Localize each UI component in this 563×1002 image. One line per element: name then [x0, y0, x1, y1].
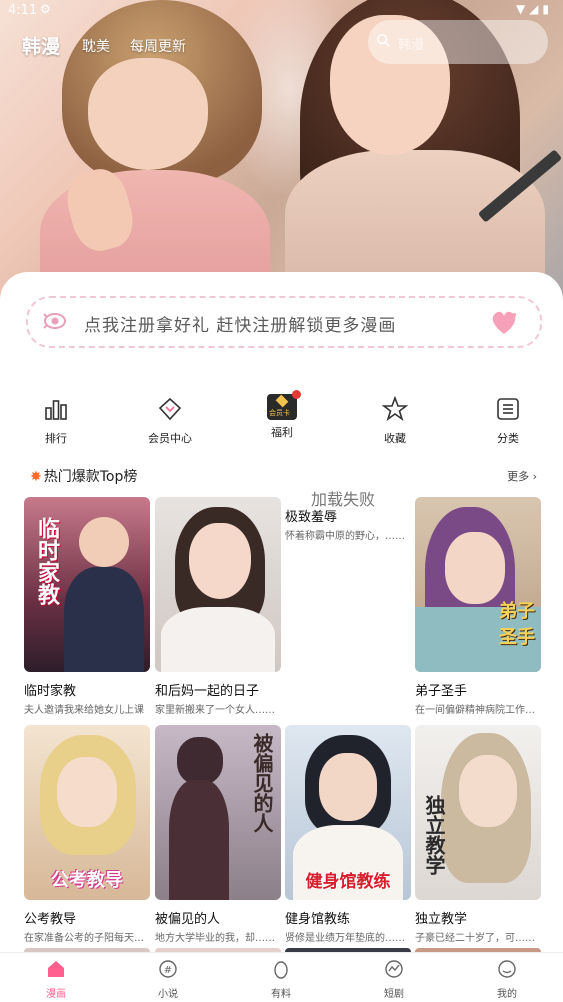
tab-danmei[interactable]: 耽美 — [82, 36, 110, 56]
comic-title: 公考教导 — [24, 912, 77, 927]
tab-hanman[interactable]: 韩漫 — [22, 32, 60, 59]
comic-title: 被偏见的人 — [155, 912, 221, 927]
nav-profile[interactable]: 我的 — [451, 959, 563, 1000]
top-nav: 韩漫 耽美 每周更新 韩漫 — [0, 20, 563, 64]
profile-icon — [498, 960, 516, 978]
novel-icon: # — [159, 960, 177, 978]
comic-desc: 在一间偏僻精神病院工作…… — [415, 705, 541, 716]
register-promo-banner[interactable]: 点我注册拿好礼 赶快注册解锁更多漫画 — [26, 296, 542, 348]
quick-category-label: 分类 — [497, 432, 519, 445]
nav-drama-label: 短剧 — [384, 989, 404, 1000]
chevron-right-icon: › — [532, 470, 537, 483]
comic-cover: 健身馆教练 — [285, 725, 411, 900]
nav-youliao-label: 有料 — [271, 989, 291, 1000]
more-link[interactable]: 更多 › — [507, 468, 537, 484]
search-icon — [376, 33, 390, 47]
comic-desc: 子豪已经二十岁了，可…… — [415, 933, 535, 944]
comic-icon — [48, 961, 64, 977]
comic-card[interactable]: 健身馆教练 健身馆教练 贤修是业绩万年垫底的…… — [285, 725, 411, 944]
category-list-icon — [497, 398, 519, 420]
quick-welfare[interactable]: 会员卡 福利 — [237, 390, 327, 440]
quick-membership[interactable]: 会员中心 — [125, 394, 215, 446]
comic-cover: 临时家教 — [24, 497, 150, 672]
comic-cover: 弟子圣手 — [415, 497, 541, 672]
comic-desc: 在家准备公考的子阳每天…… — [24, 933, 150, 944]
comic-card[interactable]: 公考教导 公考教导 在家准备公考的子阳每天…… — [24, 725, 150, 944]
comic-desc: 怀着称霸中原的野心，…… — [285, 531, 405, 542]
quick-favorites[interactable]: 收藏 — [350, 394, 440, 446]
comic-title: 极致羞辱 — [285, 510, 338, 525]
comic-title: 和后妈一起的日子 — [155, 684, 260, 699]
section-title: ✸ 热门爆款Top榜 — [30, 469, 138, 485]
quick-membership-label: 会员中心 — [148, 432, 192, 445]
eye-icon — [43, 313, 66, 329]
star-icon — [381, 395, 409, 422]
ranking-icon — [45, 400, 67, 420]
nav-novel[interactable]: # 小说 — [112, 959, 224, 1000]
status-bar: 4:11 ⚙ ▼◢▮ — [0, 0, 563, 22]
quick-actions: 排行 会员中心 会员卡 福利 收藏 分类 — [0, 390, 563, 454]
nav-comic-label: 漫画 — [46, 989, 66, 1000]
vip-card-icon: 会员卡 — [267, 390, 301, 420]
comic-cover: 独立教学 — [415, 725, 541, 900]
quick-favorites-label: 收藏 — [384, 432, 406, 445]
comic-desc: 家里新搬来了一个女人…… — [155, 705, 275, 716]
quick-welfare-label: 福利 — [271, 426, 293, 439]
bottom-nav: 漫画 # 小说 有料 短剧 我的 — [0, 952, 563, 1002]
fire-icon: ✸ — [30, 469, 42, 485]
quick-ranking[interactable]: 排行 — [11, 394, 101, 446]
egg-icon — [274, 961, 288, 979]
heart-icon — [492, 311, 516, 334]
nav-comic[interactable]: 漫画 — [0, 959, 112, 1000]
tab-weekly-update[interactable]: 每周更新 — [130, 36, 186, 56]
comic-card[interactable]: 独立教学 独立教学 子豪已经二十岁了，可…… — [415, 725, 541, 944]
quick-ranking-label: 排行 — [45, 432, 67, 445]
comic-card[interactable]: 临时家教 临时家教 夫人邀请我来给她女儿上课 — [24, 497, 150, 716]
comic-cover: 被偏见的人 — [155, 725, 281, 900]
vip-card-badge-text: 会员卡 — [269, 409, 290, 417]
comic-cover — [155, 497, 281, 672]
nav-drama[interactable]: 短剧 — [338, 959, 450, 1000]
nav-novel-label: 小说 — [158, 989, 178, 1000]
quick-category[interactable]: 分类 — [463, 394, 553, 446]
comic-card[interactable]: 被偏见的人 被偏见的人 地方大学毕业的我，却…… — [155, 725, 281, 944]
status-time: 4:11 — [8, 3, 38, 18]
comic-desc: 贤修是业绩万年垫底的…… — [285, 933, 405, 944]
nav-youliao[interactable]: 有料 — [225, 959, 337, 1000]
comic-title: 临时家教 — [24, 684, 77, 699]
search-box[interactable]: 韩漫 — [368, 20, 548, 64]
comic-cover: 公考教导 — [24, 725, 150, 900]
nav-profile-label: 我的 — [497, 989, 517, 1000]
svg-text:#: # — [164, 965, 172, 976]
drama-icon — [385, 960, 403, 978]
comic-card[interactable]: 和后妈一起的日子 家里新搬来了一个女人…… — [155, 497, 281, 716]
search-placeholder: 韩漫 — [398, 38, 425, 53]
comic-desc: 地方大学毕业的我，却…… — [155, 933, 275, 944]
comic-desc: 夫人邀请我来给她女儿上课 — [24, 705, 144, 716]
content-panel: 点我注册拿好礼 赶快注册解锁更多漫画 排行 会员中心 会员卡 福利 收藏 分类 … — [0, 272, 563, 962]
comic-title: 弟子圣手 — [415, 684, 468, 699]
membership-icon — [158, 397, 182, 421]
comic-card[interactable]: 弟子圣手 弟子圣手 在一间偏僻精神病院工作…… — [415, 497, 541, 716]
status-icons: ▼◢▮ — [515, 2, 553, 16]
settings-gear-icon: ⚙ — [40, 2, 51, 16]
comic-title: 健身馆教练 — [285, 912, 351, 927]
comic-card[interactable]: 极致羞辱 怀着称霸中原的野心，…… — [285, 506, 411, 542]
promo-text: 点我注册拿好礼 赶快注册解锁更多漫画 — [84, 316, 397, 336]
comic-title: 独立教学 — [415, 912, 468, 927]
